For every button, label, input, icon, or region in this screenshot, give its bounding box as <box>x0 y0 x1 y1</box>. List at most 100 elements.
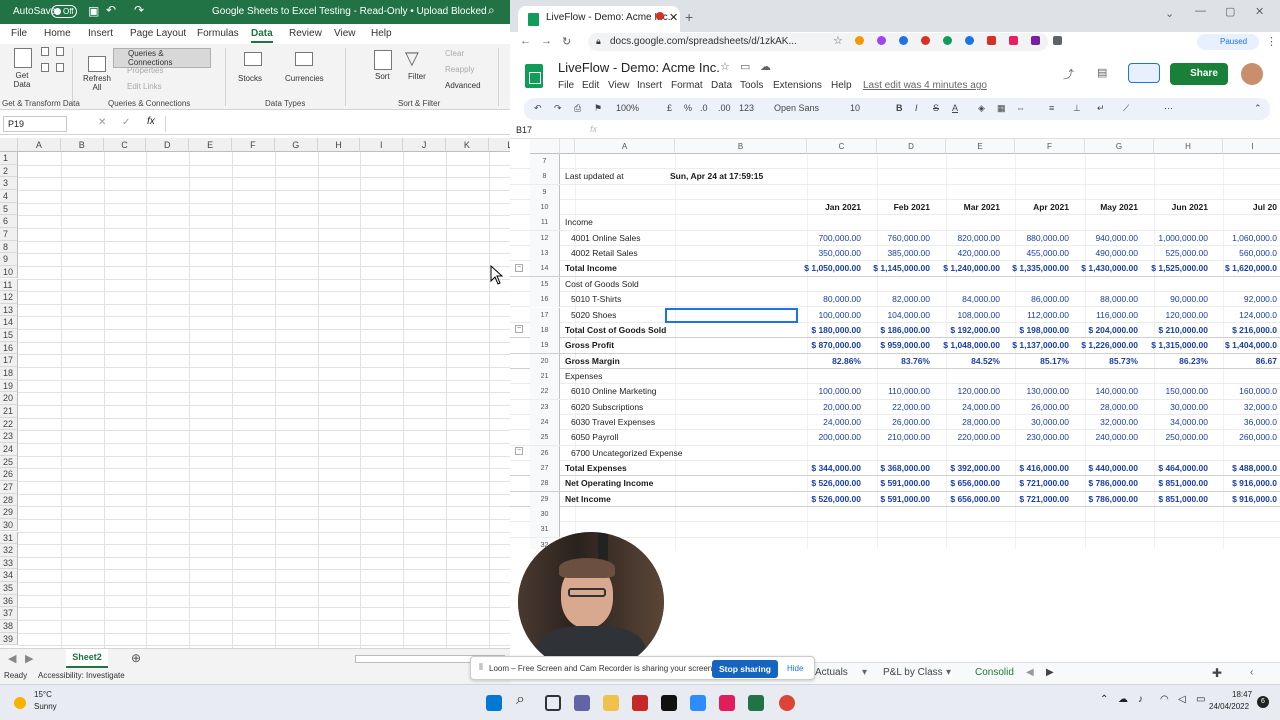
get-data-icon[interactable] <box>14 48 32 68</box>
row-number[interactable]: 26 <box>530 445 560 461</box>
menu-view[interactable]: View <box>608 80 630 91</box>
prev-sheet-icon[interactable]: ◀ <box>8 652 16 665</box>
month-header[interactable]: Jun 2021 <box>1144 200 1208 215</box>
collapse-toolbar-icon[interactable]: ⌃ <box>1254 103 1262 114</box>
extension-icon[interactable] <box>921 36 930 45</box>
fx-icon[interactable]: fx <box>147 116 155 127</box>
new-tab-icon[interactable]: + <box>685 9 693 25</box>
value-cell[interactable]: $ 959,000.00 <box>866 338 930 353</box>
tab-file[interactable]: File <box>11 28 27 39</box>
row-header[interactable]: 17 <box>0 354 18 368</box>
scroll-tabs-right-icon[interactable]: ▶ <box>1046 667 1054 678</box>
value-cell[interactable]: $ 186,000.00 <box>866 323 930 338</box>
value-cell[interactable]: $ 870,000.00 <box>797 338 861 353</box>
select-all-corner[interactable] <box>530 139 560 154</box>
maximize-icon[interactable]: ▢ <box>1225 5 1235 18</box>
value-cell[interactable]: $ 368,000.00 <box>866 461 930 476</box>
value-cell[interactable]: $ 392,000.00 <box>936 461 1000 476</box>
row-header[interactable]: 12 <box>0 291 18 304</box>
sheet-tab-pl-by-class[interactable]: P&L by Class <box>883 667 943 678</box>
menu-tools[interactable]: Tools <box>740 80 763 91</box>
value-cell[interactable]: 84.52% <box>936 354 1000 369</box>
share-button[interactable]: Share <box>1170 63 1228 85</box>
value-cell[interactable]: 940,000.00 <box>1074 231 1138 246</box>
forward-icon[interactable]: → <box>541 35 552 47</box>
menu-data[interactable]: Data <box>711 80 732 91</box>
value-cell[interactable]: 80,000.00 <box>797 292 861 307</box>
row-header[interactable]: 2 <box>0 164 18 178</box>
sheet-tab-consolid[interactable]: Consolid <box>975 667 1014 678</box>
row-label[interactable]: 4001 Online Sales <box>571 231 781 246</box>
value-cell[interactable]: 26,000.00 <box>866 415 930 430</box>
row-header[interactable]: 7 <box>0 227 18 241</box>
currencies-button[interactable]: Currencies <box>285 74 324 83</box>
value-cell[interactable]: $ 851,000.00 <box>1144 492 1208 507</box>
tab-search-icon[interactable]: ⌄ <box>1165 7 1174 20</box>
clear-button[interactable]: Clear <box>445 49 464 58</box>
column-header[interactable]: J <box>403 138 446 152</box>
value-cell[interactable]: 28,000.00 <box>936 415 1000 430</box>
row-label[interactable]: 5010 T-Shirts <box>571 292 781 307</box>
value-cell[interactable]: 110,000.00 <box>866 384 930 399</box>
value-cell[interactable]: $ 721,000.00 <box>1005 476 1069 491</box>
row-number[interactable]: 22 <box>530 384 560 400</box>
value-cell[interactable]: 1,060,000.0 <box>1213 231 1277 246</box>
select-all-corner[interactable] <box>0 138 18 152</box>
value-cell[interactable]: 420,000.00 <box>936 246 1000 261</box>
column-header[interactable]: F <box>232 138 275 152</box>
currency-format[interactable]: £ <box>667 103 672 113</box>
row-number[interactable]: 20 <box>530 353 560 369</box>
row-number[interactable]: 10 <box>530 200 560 216</box>
column-header[interactable]: A <box>18 138 61 152</box>
undo-icon[interactable]: ↶ <box>534 103 542 114</box>
tab-review[interactable]: Review <box>289 28 322 39</box>
value-cell[interactable]: $ 916,000.0 <box>1213 492 1277 507</box>
value-cell[interactable]: 84,000.00 <box>936 292 1000 307</box>
column-header[interactable]: H <box>317 138 361 152</box>
value-cell[interactable]: 260,000.0 <box>1213 430 1277 445</box>
value-cell[interactable]: 92,000.0 <box>1213 292 1277 307</box>
formula-input[interactable] <box>165 116 510 132</box>
value-cell[interactable]: 250,000.00 <box>1144 430 1208 445</box>
onedrive-icon[interactable]: ☁ <box>1118 694 1128 705</box>
move-icon[interactable]: ▭ <box>740 60 750 73</box>
value-cell[interactable]: 820,000.00 <box>936 231 1000 246</box>
menu-extensions[interactable]: Extensions <box>773 80 822 91</box>
stocks-icon[interactable] <box>244 52 262 66</box>
value-cell[interactable]: 100,000.00 <box>797 384 861 399</box>
row-header[interactable]: 36 <box>0 594 18 608</box>
row-number[interactable]: 13 <box>530 246 560 262</box>
value-cell[interactable]: $ 916,000.0 <box>1213 476 1277 491</box>
file-explorer-icon[interactable] <box>603 695 619 711</box>
bold-icon[interactable]: B <box>896 103 903 113</box>
row-number[interactable]: 8 <box>530 169 560 185</box>
column-header[interactable]: I <box>360 138 404 152</box>
selected-cell-b17[interactable] <box>665 307 798 323</box>
column-header[interactable]: H <box>1154 139 1223 154</box>
reapply-button[interactable]: Reapply <box>445 65 474 74</box>
hide-button[interactable]: Hide <box>787 664 803 673</box>
last-updated-label[interactable]: Last updated at <box>565 169 665 184</box>
value-cell[interactable]: 22,000.00 <box>866 400 930 415</box>
undo-icon[interactable]: ↶ <box>106 3 116 17</box>
extension-icon[interactable] <box>899 36 908 45</box>
value-cell[interactable]: 82.86% <box>797 354 861 369</box>
menu-format[interactable]: Format <box>671 80 703 91</box>
column-header[interactable]: C <box>807 139 877 154</box>
close-tab-icon[interactable]: ✕ <box>669 11 678 24</box>
value-cell[interactable]: $ 656,000.00 <box>936 492 1000 507</box>
value-cell[interactable]: 385,000.00 <box>866 246 930 261</box>
value-cell[interactable]: $ 1,226,000.00 <box>1074 338 1138 353</box>
autosave-toggle[interactable]: Off <box>51 5 77 18</box>
value-cell[interactable]: 240,000.00 <box>1074 430 1138 445</box>
avatar[interactable] <box>1241 63 1263 85</box>
value-cell[interactable]: 140,000.00 <box>1074 384 1138 399</box>
value-cell[interactable]: 350,000.00 <box>797 246 861 261</box>
last-updated-value[interactable]: Sun, Apr 24 at 17:59:15 <box>670 169 810 184</box>
sheets-grid[interactable]: A B C D E F G H I 7 8 Last updated at Sun, Apr 24 at… <box>510 139 1280 549</box>
month-header[interactable]: Jan 2021 <box>797 200 861 215</box>
value-cell[interactable]: 83.76% <box>866 354 930 369</box>
value-cell[interactable]: $ 1,430,000.00 <box>1074 261 1138 276</box>
tab-menu-icon[interactable]: ▾ <box>946 667 951 678</box>
clock-date[interactable]: 24/04/2022 <box>1209 702 1249 711</box>
